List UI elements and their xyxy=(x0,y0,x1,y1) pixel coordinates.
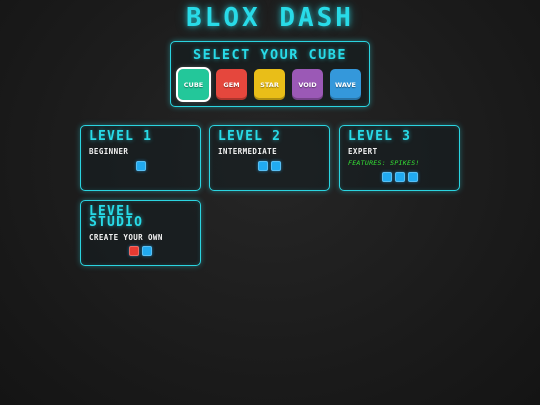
cube-option-gem[interactable]: GEM xyxy=(216,69,247,100)
level-name: LEVEL 3 xyxy=(348,129,412,144)
level-card-studio[interactable]: LEVEL STUDIO CREATE YOUR OWN xyxy=(80,200,201,266)
level-card-2[interactable]: LEVEL 2 INTERMEDIATE xyxy=(209,125,330,191)
level-subtitle: INTERMEDIATE xyxy=(218,147,277,156)
cube-options: CUBE GEM STAR VOID WAVE xyxy=(176,67,361,102)
difficulty-block-icon xyxy=(381,172,392,182)
difficulty-block-icon xyxy=(135,161,146,171)
level-subtitle: BEGINNER xyxy=(89,147,129,156)
level-name: LEVEL 1 xyxy=(89,129,153,144)
difficulty-block-icon xyxy=(394,172,405,182)
level-card-3[interactable]: LEVEL 3 EXPERT FEATURES: SPIKES! xyxy=(339,125,460,191)
level-name: LEVEL 2 xyxy=(218,129,282,144)
difficulty-block-icon xyxy=(407,172,418,182)
level-difficulty-indicator xyxy=(81,246,200,256)
difficulty-block-icon xyxy=(129,246,139,256)
difficulty-block-icon xyxy=(142,246,152,256)
level-card-1[interactable]: LEVEL 1 BEGINNER xyxy=(80,125,201,191)
level-features: FEATURES: SPIKES! xyxy=(348,159,420,167)
game-title: BLOX DASH xyxy=(186,3,354,33)
cube-select-panel: SELECT YOUR CUBE CUBE GEM STAR VOID WAVE xyxy=(170,41,370,107)
cube-option-star[interactable]: STAR xyxy=(254,69,285,100)
difficulty-block-icon xyxy=(271,161,281,171)
level-difficulty-indicator xyxy=(210,161,329,171)
cube-select-title: SELECT YOUR CUBE xyxy=(192,47,348,63)
level-subtitle: EXPERT xyxy=(348,147,378,156)
level-subtitle: CREATE YOUR OWN xyxy=(89,233,163,242)
level-difficulty-indicator xyxy=(340,172,459,182)
level-difficulty-indicator xyxy=(81,161,200,171)
cube-option-void[interactable]: VOID xyxy=(292,69,323,100)
cube-option-wave[interactable]: WAVE xyxy=(330,69,361,100)
difficulty-block-icon xyxy=(258,161,268,171)
level-name: LEVEL STUDIO xyxy=(89,204,144,230)
cube-option-cube[interactable]: CUBE xyxy=(176,67,211,102)
